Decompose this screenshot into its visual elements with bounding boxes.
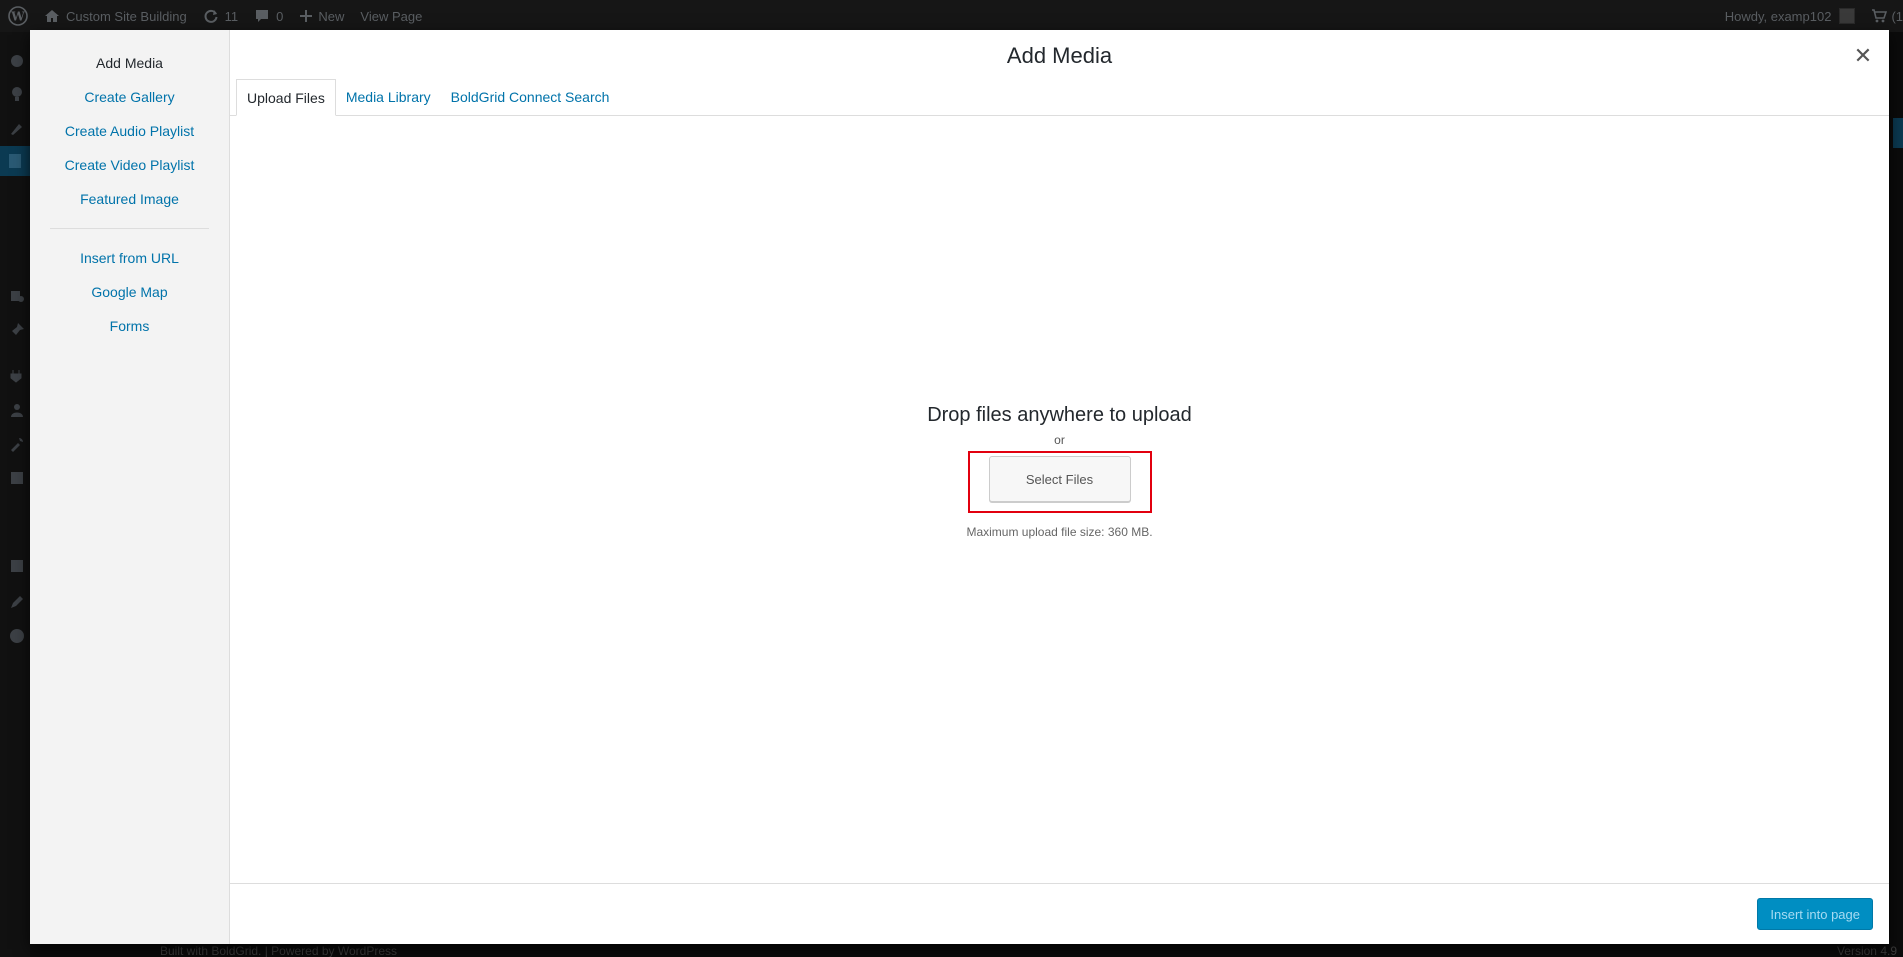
menu-item-insert-from-url[interactable]: Insert from URL — [30, 241, 229, 275]
comment-icon — [254, 8, 270, 24]
howdy-label: Howdy, examp102 — [1724, 8, 1832, 24]
wordpress-logo-icon[interactable]: W — [0, 0, 36, 32]
cart-count: (1 — [1891, 8, 1903, 24]
admin-bar-site[interactable]: Custom Site Building — [36, 0, 195, 32]
admin-menu — [0, 32, 30, 957]
pin-icon[interactable] — [9, 322, 25, 338]
select-files-highlight: Select Files — [967, 451, 1152, 513]
plugins-icon[interactable] — [9, 288, 25, 304]
edit-icon[interactable] — [9, 594, 25, 610]
upload-instructions: Drop files anywhere to upload — [927, 404, 1192, 426]
plus-icon — [299, 9, 313, 23]
admin-bar-new[interactable]: New — [291, 0, 352, 32]
select-files-button[interactable]: Select Files — [988, 456, 1131, 502]
media-menu: Add Media Create Gallery Create Audio Pl… — [30, 30, 230, 944]
media-modal: Add Media Create Gallery Create Audio Pl… — [30, 30, 1889, 944]
menu-separator — [50, 228, 209, 229]
footer-text: Built with BoldGrid. | Powered by WordPr… — [160, 944, 397, 957]
updates-icon — [203, 8, 219, 24]
insert-into-page-button[interactable]: Insert into page — [1757, 898, 1873, 930]
upload-dropzone[interactable]: Drop files anywhere to upload or Select … — [230, 117, 1889, 883]
home-icon — [44, 8, 60, 24]
svg-text:W: W — [10, 10, 25, 24]
updates-count: 11 — [224, 8, 239, 24]
comments-count: 0 — [276, 8, 284, 24]
admin-bar-comments[interactable]: 0 — [246, 0, 291, 32]
tab-upload-files[interactable]: Upload Files — [236, 79, 336, 116]
avatar — [1839, 8, 1856, 24]
dashboard-icon[interactable] — [9, 52, 25, 68]
site-name: Custom Site Building — [66, 8, 187, 24]
admin-bar-view-page[interactable]: View Page — [352, 0, 430, 32]
admin-bar-updates[interactable]: 11 — [195, 0, 247, 32]
new-label: New — [318, 8, 345, 24]
lightbulb-icon[interactable] — [9, 86, 25, 102]
footer-version: Version 4.9 — [1836, 944, 1897, 957]
menu-item-featured-image[interactable]: Featured Image — [30, 182, 229, 216]
pages-icon[interactable] — [0, 146, 30, 176]
close-icon[interactable]: ✕ — [1849, 42, 1877, 70]
collapse-icon[interactable] — [9, 628, 25, 644]
cart-icon — [1871, 8, 1888, 24]
view-page-label: View Page — [360, 8, 423, 24]
menu-item-add-media[interactable]: Add Media — [30, 46, 229, 80]
plug-icon[interactable] — [9, 368, 25, 384]
settings-icon[interactable] — [9, 470, 25, 486]
media-router-tabs: Upload Files Media Library BoldGrid Conn… — [230, 79, 1889, 116]
upload-or-label: or — [1054, 433, 1065, 447]
admin-bar: W Custom Site Building 11 0 New View Pag… — [0, 0, 1903, 32]
menu-item-create-video-playlist[interactable]: Create Video Playlist — [30, 148, 229, 182]
brush-icon[interactable] — [9, 120, 25, 136]
menu-item-forms[interactable]: Forms — [30, 309, 229, 343]
media-toolbar: Insert into page — [230, 883, 1889, 944]
tab-media-library[interactable]: Media Library — [336, 79, 441, 115]
menu-item-google-map[interactable]: Google Map — [30, 275, 229, 309]
tools-icon[interactable] — [9, 436, 25, 452]
tab-boldgrid-connect-search[interactable]: BoldGrid Connect Search — [441, 79, 620, 115]
menu-item-create-gallery[interactable]: Create Gallery — [30, 80, 229, 114]
list-icon[interactable] — [9, 558, 25, 574]
admin-bar-account[interactable]: Howdy, examp102 — [1717, 0, 1864, 32]
max-upload-size: Maximum upload file size: 360 MB. — [966, 525, 1153, 539]
modal-title: Add Media — [1006, 43, 1113, 68]
admin-bar-cart[interactable]: (1 — [1863, 0, 1903, 32]
behind-right-highlight — [1893, 118, 1903, 148]
upload-inline: Drop files anywhere to upload or Select … — [230, 401, 1889, 539]
menu-item-create-audio-playlist[interactable]: Create Audio Playlist — [30, 114, 229, 148]
users-icon[interactable] — [9, 402, 25, 418]
